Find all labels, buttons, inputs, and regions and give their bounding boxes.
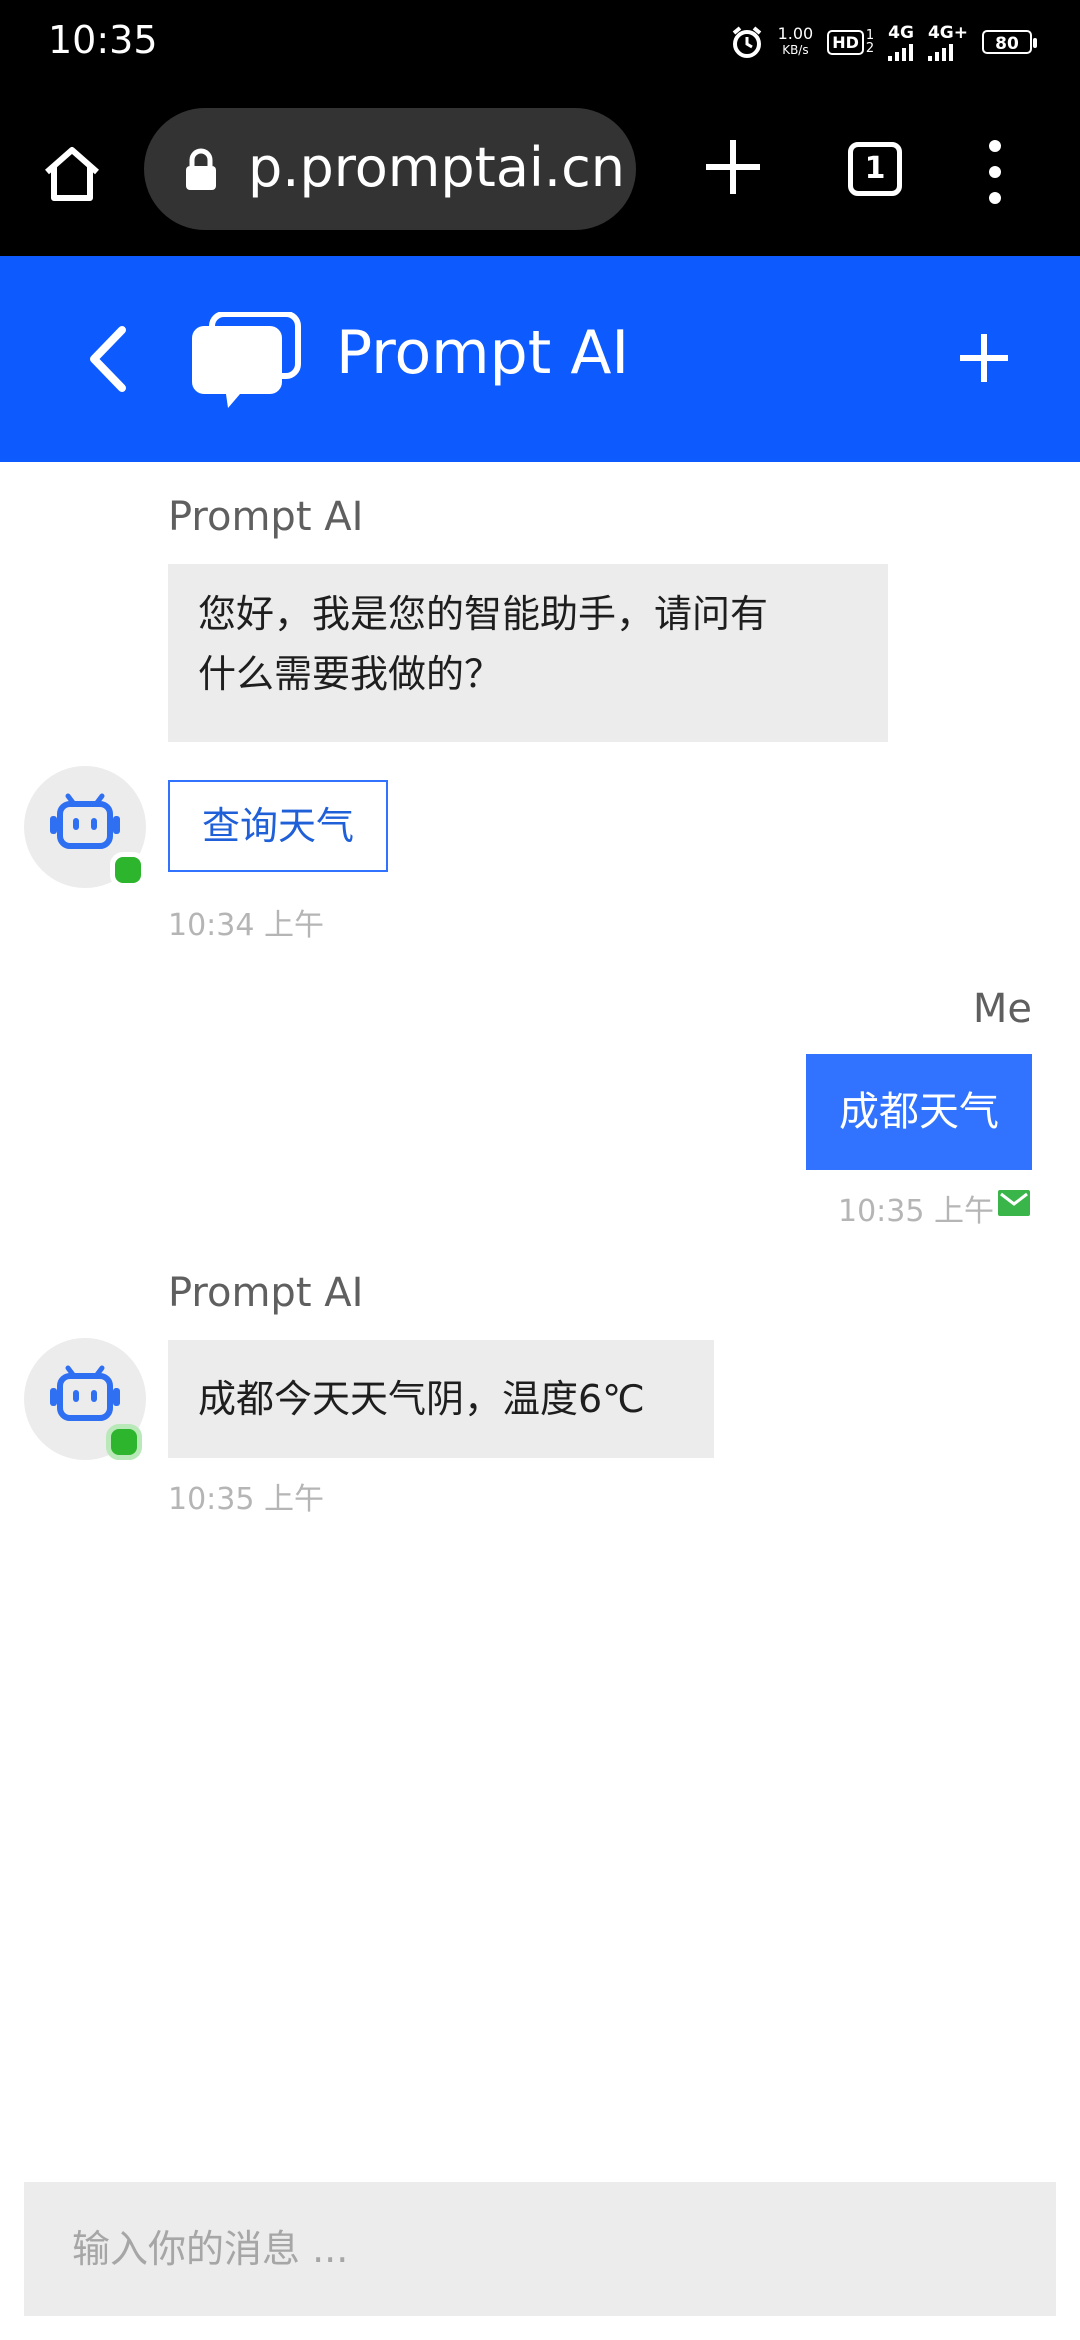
network-speed-unit: KB/s xyxy=(782,43,809,57)
browser-toolbar: p.promptai.cn 1 xyxy=(0,84,1080,256)
bot-message-bubble: 成都今天天气阴，温度6℃ xyxy=(168,1340,714,1458)
network-2-label: 4G+ xyxy=(927,23,968,43)
network-speed: 1.00 KB/s xyxy=(778,26,814,58)
message-timestamp: 10:34 上午 xyxy=(168,908,324,943)
home-button[interactable] xyxy=(30,132,114,216)
quick-reply-button[interactable]: 查询天气 xyxy=(168,780,388,872)
url-text: p.promptai.cn xyxy=(248,136,625,199)
network-speed-value: 1.00 xyxy=(777,24,814,43)
status-bar: 10:35 1.00 KB/s HD 1 2 4G 4G+ 80 xyxy=(0,0,1080,84)
tab-switcher-button[interactable]: 1 xyxy=(848,142,902,196)
home-icon xyxy=(45,147,99,201)
status-time: 10:35 xyxy=(48,18,158,62)
hd-indicator: HD 1 2 xyxy=(827,29,874,55)
app-header: Prompt AI xyxy=(0,256,1080,462)
message-sender: Prompt AI xyxy=(168,1270,364,1316)
message-sender: Prompt AI xyxy=(168,494,364,540)
back-button[interactable] xyxy=(78,322,138,396)
browser-menu-button[interactable] xyxy=(980,140,1010,204)
signal-bars-icon xyxy=(888,43,914,61)
chat-area[interactable]: Prompt AI 您好，我是您的智能助手，请问有 什么需要我做的？ xyxy=(0,462,1080,2182)
alarm-icon xyxy=(732,26,761,58)
my-message-bubble: 成都天气 xyxy=(806,1054,1032,1170)
more-dot-icon xyxy=(989,192,1001,204)
hd-label: HD xyxy=(827,29,864,55)
message-text-line: 您好，我是您的智能助手，请问有 xyxy=(198,592,769,636)
message-input[interactable] xyxy=(24,2182,1056,2316)
signal-1: 4G xyxy=(888,23,914,61)
message-timestamp: 10:35 上午 xyxy=(838,1194,994,1229)
lock-icon xyxy=(186,148,216,190)
battery-icon: 80 xyxy=(982,30,1037,54)
message-timestamp: 10:35 上午 xyxy=(168,1482,324,1517)
status-icons: 1.00 KB/s HD 1 2 4G 4G+ 80 xyxy=(730,20,1037,64)
delivered-mail-icon xyxy=(998,1190,1030,1216)
message-sender: Me xyxy=(972,986,1032,1032)
signal-bars-icon xyxy=(927,43,953,61)
add-button[interactable] xyxy=(954,328,1014,388)
sim2-label: 2 xyxy=(865,41,875,56)
address-bar[interactable]: p.promptai.cn xyxy=(144,108,636,230)
online-status-dot xyxy=(106,1424,142,1460)
online-status-dot xyxy=(110,852,146,888)
chat-logo-icon xyxy=(192,312,301,408)
app-title: Prompt AI xyxy=(336,318,630,388)
sim-indicator: 1 2 xyxy=(866,29,874,55)
new-tab-button[interactable] xyxy=(700,134,766,200)
network-1-label: 4G xyxy=(888,23,914,43)
more-dot-icon xyxy=(989,140,1001,152)
more-dot-icon xyxy=(989,166,1001,178)
signal-2: 4G+ xyxy=(927,23,968,61)
bot-message-bubble: 您好，我是您的智能助手，请问有 什么需要我做的？ xyxy=(168,564,888,742)
message-text-line: 什么需要我做的？ xyxy=(198,652,503,696)
